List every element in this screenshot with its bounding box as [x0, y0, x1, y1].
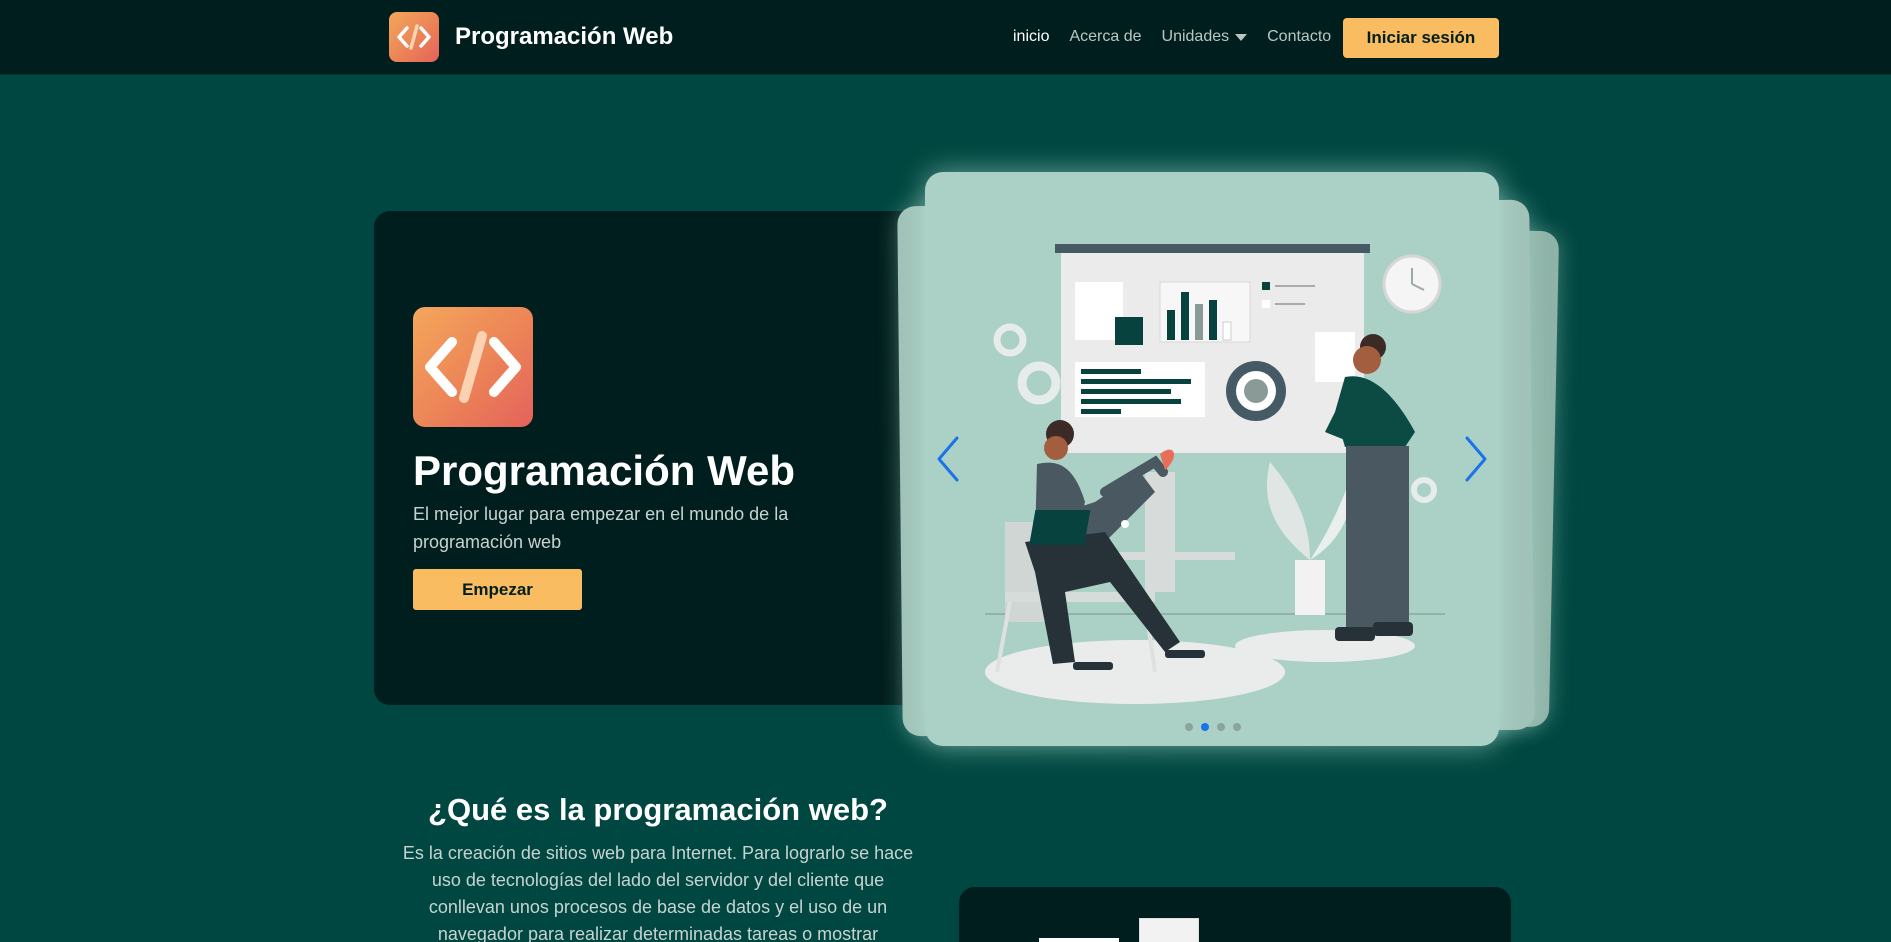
hero-card: Programación Web El mejor lugar para emp…: [374, 211, 934, 705]
hero-subtitle: El mejor lugar para empezar en el mundo …: [413, 504, 789, 552]
nav-links: inicio Acerca de Unidades Contacto: [1013, 28, 1351, 46]
login-button[interactable]: Iniciar sesión: [1343, 18, 1499, 58]
presentation-illustration: [985, 244, 1445, 704]
carousel-dot[interactable]: [1185, 723, 1193, 731]
code-logo-icon: [389, 12, 439, 62]
hero-title: Programación Web: [413, 447, 795, 494]
nav-link-inicio[interactable]: inicio: [1013, 28, 1049, 46]
document-illustration: [1139, 918, 1199, 942]
code-logo-icon: [413, 307, 533, 427]
carousel-dot-active[interactable]: [1201, 723, 1209, 731]
nav-dropdown-unidades[interactable]: Unidades: [1162, 28, 1248, 46]
top-navbar: Programación Web inicio Acerca de Unidad…: [0, 0, 1891, 75]
nav-dropdown-label: Unidades: [1161, 28, 1230, 45]
nav-link-contacto[interactable]: Contacto: [1267, 28, 1331, 46]
chevron-right-icon[interactable]: [1461, 434, 1491, 484]
start-button[interactable]: Empezar: [413, 569, 582, 610]
nav-link-acerca-de[interactable]: Acerca de: [1069, 28, 1141, 46]
image-carousel[interactable]: [925, 172, 1499, 746]
document-illustration: [1039, 938, 1119, 942]
chevron-down-icon: [1235, 33, 1248, 41]
carousel-dot[interactable]: [1217, 723, 1225, 731]
section-title: ¿Qué es la programación web?: [428, 792, 888, 827]
section-body: Es la creación de sitios web para Intern…: [402, 843, 914, 942]
brand-name: Programación Web: [455, 23, 674, 50]
chevron-left-icon[interactable]: [933, 434, 963, 484]
secondary-card: [959, 887, 1511, 942]
carousel-dot[interactable]: [1233, 723, 1241, 731]
carousel-indicators: [1185, 723, 1249, 731]
brand-link[interactable]: Programación Web: [389, 12, 673, 62]
